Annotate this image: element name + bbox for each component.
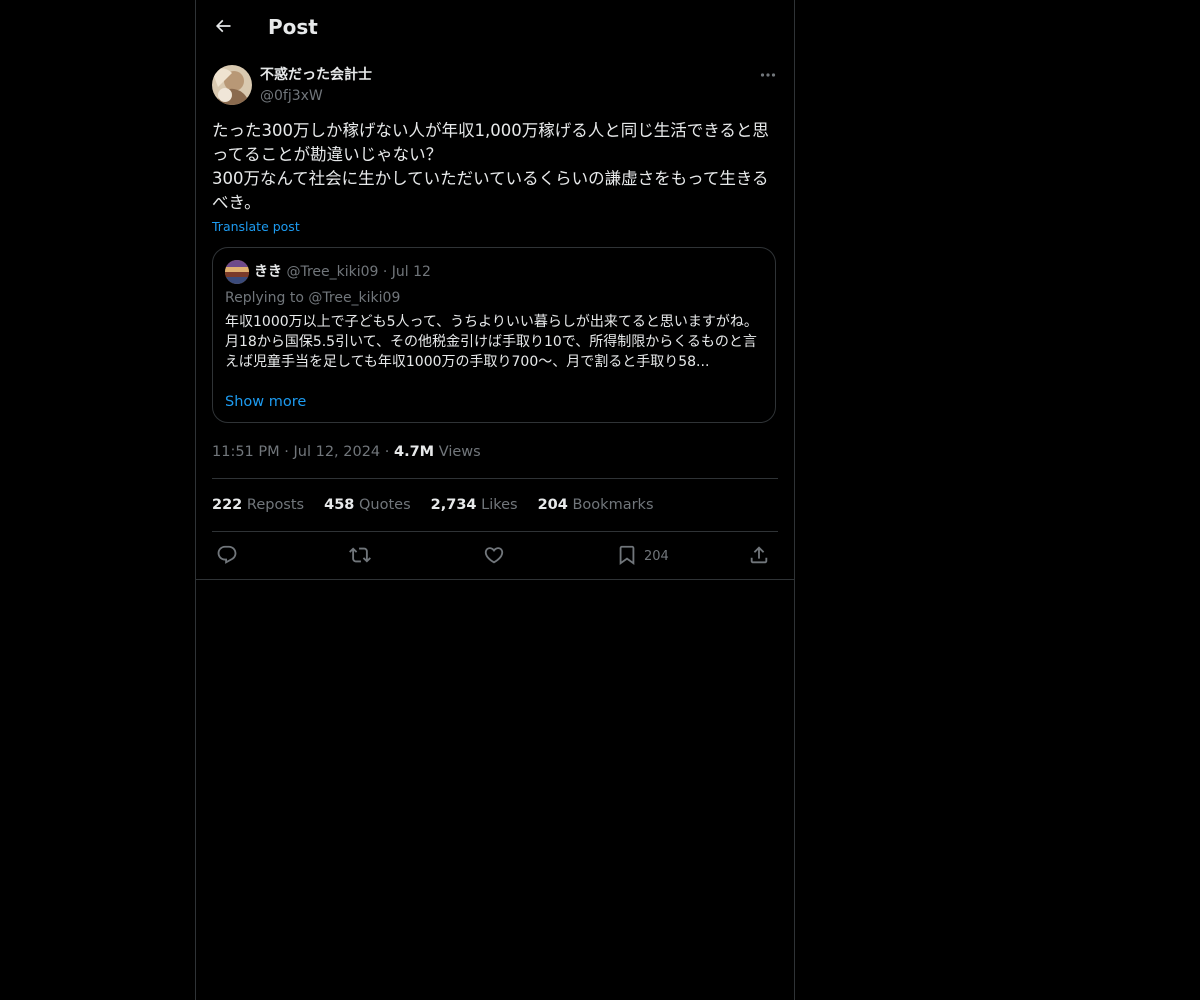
share-button[interactable]	[748, 543, 770, 567]
quoted-date: Jul 12	[391, 264, 431, 280]
back-button[interactable]	[210, 13, 236, 39]
quoted-author-name: きき	[254, 264, 282, 280]
quoted-text: 年収1000万以上で子ども5人って、うちよりいい暮らしが出来てると思いますがね。…	[225, 314, 758, 370]
show-more-link[interactable]: Show more	[225, 392, 306, 412]
meta-separator: ·	[384, 444, 390, 460]
quoted-post[interactable]: きき @Tree_kiki09 · Jul 12 Replying to @Tr…	[212, 247, 776, 423]
replying-prefix: Replying to	[225, 290, 304, 306]
quoted-separator: ·	[382, 264, 388, 280]
stat-label: Likes	[481, 497, 518, 513]
like-button[interactable]	[483, 543, 505, 567]
heart-icon	[483, 544, 505, 566]
author-name[interactable]: 不惑だった会計士	[260, 65, 372, 85]
bookmark-button[interactable]: 204	[616, 543, 669, 567]
arrow-left-icon	[213, 16, 233, 36]
stat-label: Reposts	[246, 497, 305, 513]
more-horizontal-icon	[760, 67, 776, 83]
author-avatar[interactable]	[212, 65, 252, 105]
repost-icon	[349, 544, 371, 566]
post-stats: 222 Reposts 458 Quotes 2,734 Likes 204 B…	[212, 495, 654, 515]
divider	[212, 478, 778, 479]
divider	[212, 531, 778, 532]
stat-label: Quotes	[359, 497, 411, 513]
reply-button[interactable]	[216, 543, 238, 567]
stat-reposts[interactable]: 222 Reposts	[212, 495, 304, 515]
post-author: 不惑だった会計士 @0fj3xW	[212, 65, 778, 107]
post-meta: 11:51 PM · Jul 12, 2024 · 4.7M Views	[212, 442, 481, 462]
meta-separator: ·	[284, 444, 289, 460]
stat-bookmarks[interactable]: 204 Bookmarks	[538, 495, 654, 515]
quoted-author-handle: @Tree_kiki09	[286, 264, 379, 280]
page-header: Post	[196, 0, 794, 53]
main-column: Post 不惑だった会計士 @0fj3xW たった300万しか稼げない人が年収1…	[195, 0, 795, 1000]
page-title: Post	[268, 15, 318, 39]
stat-count: 204	[537, 497, 568, 513]
repost-button[interactable]	[349, 543, 371, 567]
stat-label: Bookmarks	[572, 497, 654, 513]
post-bottom-border	[196, 579, 794, 580]
stat-count: 222	[212, 497, 243, 513]
views-label: Views	[438, 444, 481, 460]
reply-icon	[216, 544, 238, 566]
stat-quotes[interactable]: 458 Quotes	[324, 495, 411, 515]
quoted-author-avatar	[225, 260, 249, 284]
quoted-header: きき @Tree_kiki09 · Jul 12	[254, 262, 431, 282]
bookmark-icon	[616, 544, 638, 566]
post-time[interactable]: 11:51 PM	[212, 444, 280, 460]
translate-post-link[interactable]: Translate post	[212, 218, 300, 236]
stat-likes[interactable]: 2,734 Likes	[431, 495, 518, 515]
views-count: 4.7M	[394, 444, 435, 460]
share-icon	[748, 544, 770, 566]
author-handle[interactable]: @0fj3xW	[260, 86, 323, 106]
stat-count: 458	[324, 497, 355, 513]
replying-handle: @Tree_kiki09	[308, 290, 401, 306]
quoted-replying-to: Replying to @Tree_kiki09	[225, 288, 400, 308]
bookmark-count: 204	[644, 548, 669, 564]
stat-count: 2,734	[430, 497, 477, 513]
post-date[interactable]: Jul 12, 2024	[293, 444, 380, 460]
action-bar: 204	[212, 543, 778, 567]
more-button[interactable]	[758, 65, 778, 85]
post-text: たった300万しか稼げない人が年収1,000万稼げる人と同じ生活できると思ってる…	[212, 121, 769, 212]
